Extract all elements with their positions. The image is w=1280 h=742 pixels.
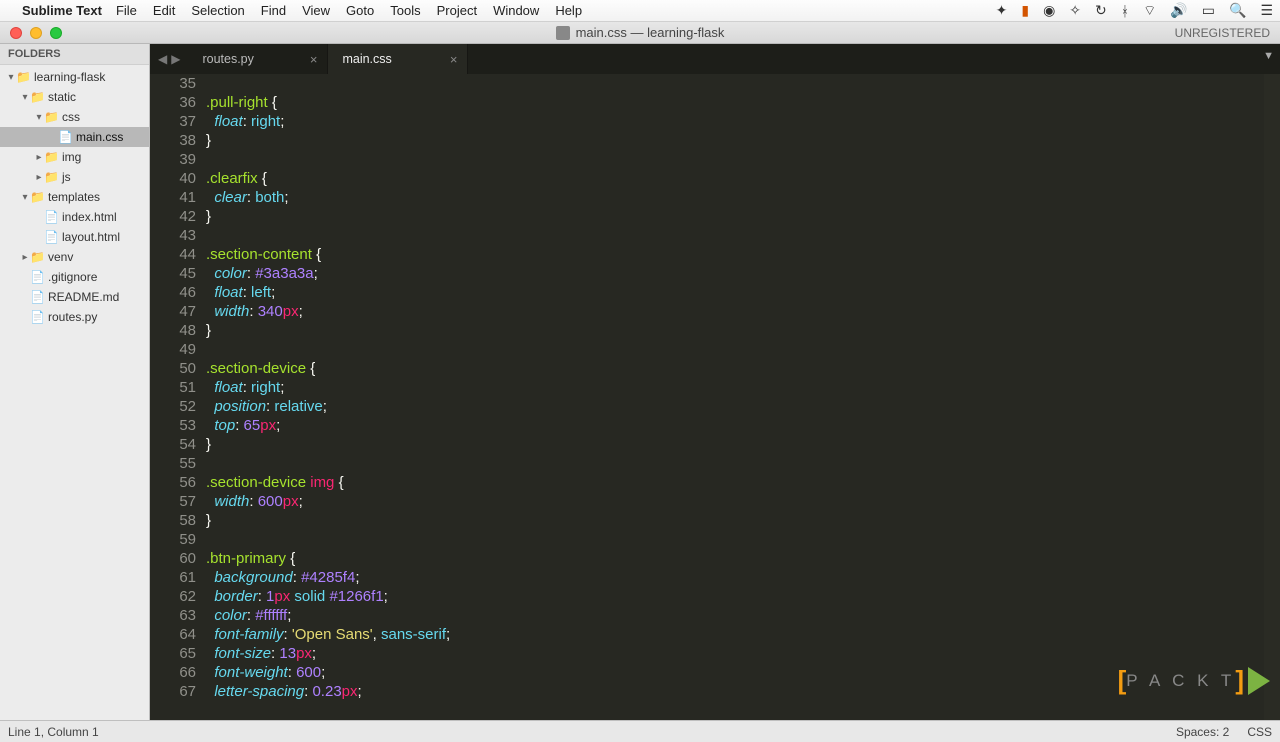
menubar-app-icon[interactable]: ▮ xyxy=(1021,2,1029,19)
tree-file[interactable]: 📄 layout.html xyxy=(0,227,149,247)
tree-item-label: img xyxy=(62,150,81,164)
tab[interactable]: main.css × xyxy=(328,44,468,74)
disclosure-arrow-icon[interactable]: ▾ xyxy=(6,72,16,83)
menu-window[interactable]: Window xyxy=(493,3,539,18)
line-gutter: 3536373839404142434445464748495051525354… xyxy=(150,74,206,720)
file-icon: 📄 xyxy=(30,310,44,324)
folder-icon: 📁 xyxy=(30,250,44,264)
tree-item-label: index.html xyxy=(62,210,117,224)
disclosure-arrow-icon[interactable]: ▸ xyxy=(20,252,30,263)
tree-folder[interactable]: ▾📁 static xyxy=(0,87,149,107)
menu-help[interactable]: Help xyxy=(555,3,582,18)
menu-project[interactable]: Project xyxy=(437,3,477,18)
file-icon: 📄 xyxy=(30,270,44,284)
tree-item-label: README.md xyxy=(48,290,119,304)
tree-item-label: routes.py xyxy=(48,310,97,324)
tree-folder[interactable]: ▾📁 learning-flask xyxy=(0,67,149,87)
tab-overflow-icon[interactable]: ▼ xyxy=(1263,50,1274,62)
menu-view[interactable]: View xyxy=(302,3,330,18)
tree-item-label: learning-flask xyxy=(34,70,105,84)
tree-item-label: templates xyxy=(48,190,100,204)
disclosure-arrow-icon[interactable]: ▸ xyxy=(34,172,44,183)
tree-file[interactable]: 📄 .gitignore xyxy=(0,267,149,287)
disclosure-arrow-icon[interactable]: ▾ xyxy=(34,112,44,123)
editor: ◀ ▶ routes.py × main.css × ▼ 35363738394041… xyxy=(150,44,1280,720)
menu-tools[interactable]: Tools xyxy=(390,3,420,18)
sidebar: FOLDERS ▾📁learning-flask▾📁static▾📁css📄ma… xyxy=(0,44,150,720)
sidebar-header: FOLDERS xyxy=(0,44,149,65)
window-titlebar: main.css — learning-flask UNREGISTERED xyxy=(0,22,1280,44)
menu-goto[interactable]: Goto xyxy=(346,3,374,18)
system-menubar: Sublime Text File Edit Selection Find Vi… xyxy=(0,0,1280,22)
github-icon[interactable]: ◉ xyxy=(1043,2,1055,19)
nav-forward-icon[interactable]: ▶ xyxy=(169,52,182,66)
notifications-icon[interactable]: ✧ xyxy=(1069,2,1081,19)
file-icon: 📄 xyxy=(44,230,58,244)
tree-file[interactable]: 📄 index.html xyxy=(0,207,149,227)
folder-icon: 📁 xyxy=(16,70,30,84)
evernote-icon[interactable]: ✦ xyxy=(996,2,1008,19)
tree-item-label: static xyxy=(48,90,76,104)
folder-icon: 📁 xyxy=(30,90,44,104)
file-icon: 📄 xyxy=(30,290,44,304)
tree-item-label: layout.html xyxy=(62,230,120,244)
code-content[interactable]: .pull-right { float: right;}.clearfix { … xyxy=(206,74,1280,720)
bluetooth-icon[interactable]: ᚼ xyxy=(1121,3,1129,19)
file-icon: 📄 xyxy=(44,210,58,224)
tab-close-icon[interactable]: × xyxy=(310,52,318,67)
tree-item-label: .gitignore xyxy=(48,270,97,284)
tab-label: routes.py xyxy=(202,52,253,66)
wifi-icon[interactable]: ⌔ xyxy=(1143,2,1156,20)
minimap[interactable] xyxy=(1264,74,1280,720)
tabbar: ◀ ▶ routes.py × main.css × ▼ xyxy=(150,44,1280,74)
control-center-icon[interactable]: ☰ xyxy=(1260,2,1273,19)
volume-icon[interactable]: 🔊 xyxy=(1170,2,1187,19)
timemachine-icon[interactable]: ↻ xyxy=(1095,2,1107,19)
syntax-setting[interactable]: CSS xyxy=(1247,725,1272,739)
tree-folder[interactable]: ▸📁 img xyxy=(0,147,149,167)
menu-find[interactable]: Find xyxy=(261,3,286,18)
packt-watermark: [P A C K T] xyxy=(1118,665,1270,696)
disclosure-arrow-icon[interactable]: ▾ xyxy=(20,92,30,103)
document-icon xyxy=(556,26,570,40)
cursor-position[interactable]: Line 1, Column 1 xyxy=(8,725,99,739)
spotlight-icon[interactable]: 🔍 xyxy=(1229,2,1246,19)
tab[interactable]: routes.py × xyxy=(188,44,328,74)
tree-file[interactable]: 📄 routes.py xyxy=(0,307,149,327)
indent-setting[interactable]: Spaces: 2 xyxy=(1176,725,1229,739)
tree-item-label: venv xyxy=(48,250,73,264)
disclosure-arrow-icon[interactable]: ▾ xyxy=(20,192,30,203)
tree-folder[interactable]: ▸📁 venv xyxy=(0,247,149,267)
tab-close-icon[interactable]: × xyxy=(450,52,458,67)
play-icon xyxy=(1248,667,1270,695)
menu-edit[interactable]: Edit xyxy=(153,3,175,18)
tree-file[interactable]: 📄 README.md xyxy=(0,287,149,307)
folder-icon: 📁 xyxy=(44,150,58,164)
tree-folder[interactable]: ▸📁 js xyxy=(0,167,149,187)
battery-icon[interactable]: ▭ xyxy=(1202,2,1215,19)
menu-selection[interactable]: Selection xyxy=(191,3,244,18)
nav-back-icon[interactable]: ◀ xyxy=(156,52,169,66)
tree-folder[interactable]: ▾📁 css xyxy=(0,107,149,127)
tree-file[interactable]: 📄 main.css xyxy=(0,127,149,147)
tree-item-label: css xyxy=(62,110,80,124)
file-tree: ▾📁learning-flask▾📁static▾📁css📄main.css▸📁… xyxy=(0,65,149,327)
tab-label: main.css xyxy=(342,52,391,66)
tree-folder[interactable]: ▾📁 templates xyxy=(0,187,149,207)
tree-item-label: js xyxy=(62,170,71,184)
window-title: main.css — learning-flask xyxy=(576,25,725,40)
folder-icon: 📁 xyxy=(44,110,58,124)
folder-icon: 📁 xyxy=(30,190,44,204)
tree-item-label: main.css xyxy=(76,130,123,144)
unregistered-label: UNREGISTERED xyxy=(1175,26,1270,40)
menu-file[interactable]: File xyxy=(116,3,137,18)
app-name[interactable]: Sublime Text xyxy=(22,3,102,18)
disclosure-arrow-icon[interactable]: ▸ xyxy=(34,152,44,163)
file-icon: 📄 xyxy=(58,130,72,144)
code-area[interactable]: 3536373839404142434445464748495051525354… xyxy=(150,74,1280,720)
status-bar: Line 1, Column 1 Spaces: 2 CSS xyxy=(0,720,1280,742)
folder-icon: 📁 xyxy=(44,170,58,184)
